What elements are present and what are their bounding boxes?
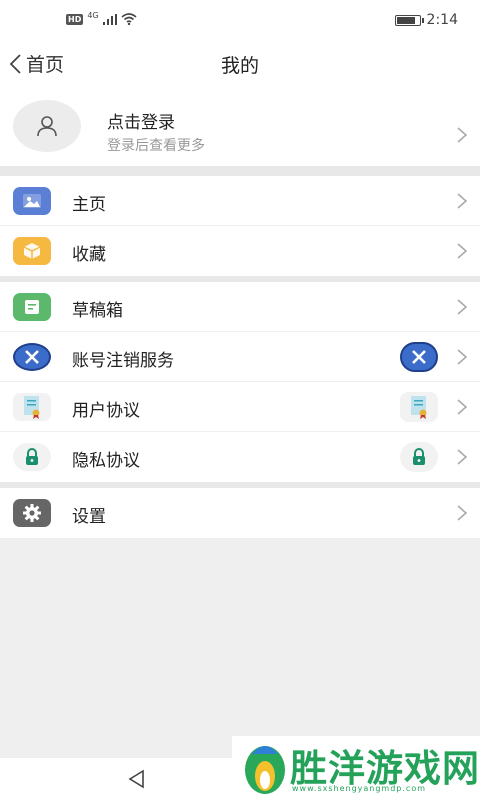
menu-label: 草稿箱 bbox=[72, 301, 123, 321]
lock-icon bbox=[13, 443, 51, 471]
lock-icon bbox=[400, 442, 438, 472]
network-indicators: HD 4G bbox=[66, 10, 137, 25]
page-title: 我的 bbox=[220, 55, 259, 77]
chevron-right-icon bbox=[457, 505, 468, 521]
menu-section-1: 主页 收藏 bbox=[0, 176, 480, 276]
watermark-url: www.sxshengyangmdp.com bbox=[292, 784, 427, 793]
chevron-right-icon bbox=[457, 127, 468, 143]
cancel-account-icon bbox=[13, 343, 51, 371]
wifi-icon bbox=[121, 13, 137, 25]
status-bar: HD 4G 2:14 bbox=[0, 0, 480, 40]
watermark: 胜洋游戏网 www.sxshengyangmdp.com bbox=[232, 736, 480, 800]
battery-icon bbox=[394, 14, 424, 26]
certificate-icon bbox=[13, 393, 51, 421]
back-triangle-icon[interactable] bbox=[127, 769, 147, 789]
menu-label: 隐私协议 bbox=[72, 451, 140, 471]
section-divider bbox=[0, 166, 480, 176]
avatar[interactable] bbox=[13, 100, 81, 152]
user-icon bbox=[37, 116, 57, 137]
menu-item-homepage[interactable]: 主页 bbox=[0, 176, 480, 226]
menu-label: 账号注销服务 bbox=[72, 351, 174, 371]
clock: 2:14 bbox=[426, 12, 458, 28]
chevron-right-icon bbox=[457, 449, 468, 465]
nav-bar: 首页 我的 bbox=[0, 40, 480, 88]
chevron-right-icon bbox=[457, 243, 468, 259]
menu-section-2: 草稿箱 账号注销服务 用户协议 隐私协议 bbox=[0, 282, 480, 482]
menu-item-drafts[interactable]: 草稿箱 bbox=[0, 282, 480, 332]
menu-item-favorites[interactable]: 收藏 bbox=[0, 226, 480, 276]
profile-card[interactable]: 点击登录 登录后查看更多 bbox=[0, 88, 480, 166]
menu-section-3: 设置 bbox=[0, 488, 480, 538]
menu-item-account-cancellation[interactable]: 账号注销服务 bbox=[0, 332, 480, 382]
signal-icon bbox=[102, 13, 117, 25]
network-type: 4G bbox=[87, 10, 99, 20]
status-right: 2:14 bbox=[394, 12, 458, 28]
menu-item-privacy-agreement[interactable]: 隐私协议 bbox=[0, 432, 480, 482]
watermark-logo bbox=[245, 746, 285, 794]
image-icon bbox=[13, 187, 51, 215]
chevron-right-icon bbox=[457, 299, 468, 315]
draft-icon bbox=[13, 293, 51, 321]
menu-label: 主页 bbox=[72, 195, 106, 215]
menu-item-user-agreement[interactable]: 用户协议 bbox=[0, 382, 480, 432]
hd-badge: HD bbox=[66, 13, 84, 25]
login-subtitle: 登录后查看更多 bbox=[107, 138, 205, 154]
cancel-account-icon bbox=[400, 342, 438, 372]
menu-label: 用户协议 bbox=[72, 401, 140, 421]
chevron-right-icon bbox=[457, 349, 468, 365]
chevron-right-icon bbox=[457, 399, 468, 415]
menu-label: 设置 bbox=[72, 507, 106, 527]
certificate-icon bbox=[400, 392, 438, 422]
battery-level bbox=[396, 16, 416, 24]
chevron-right-icon bbox=[457, 193, 468, 209]
menu-label: 收藏 bbox=[72, 245, 106, 265]
box-icon bbox=[13, 237, 51, 265]
login-prompt[interactable]: 点击登录 bbox=[107, 108, 175, 133]
menu-item-settings[interactable]: 设置 bbox=[0, 488, 480, 538]
gear-icon bbox=[13, 499, 51, 527]
